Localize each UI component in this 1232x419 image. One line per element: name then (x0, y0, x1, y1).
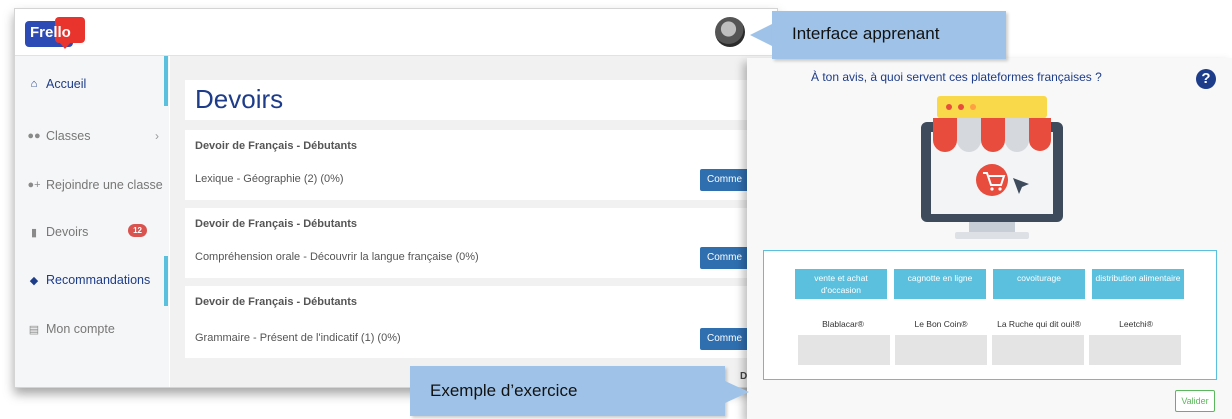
chevron-right-icon: › (155, 129, 159, 143)
sidebar-item-classes[interactable]: ●● Classes › (15, 112, 169, 160)
homework-subtitle: Compréhension orale - Découvrir la langu… (195, 251, 479, 263)
homework-card: Devoir de Français - Débutants Grammaire… (185, 286, 777, 358)
homework-title: Devoir de Français - Débutants (195, 140, 357, 152)
callout-label: Interface apprenant (792, 24, 940, 43)
exercise-window: À ton avis, à quoi servent ces plateform… (747, 58, 1232, 419)
homework-subtitle: Grammaire - Présent de l'indicatif (1) (… (195, 332, 401, 344)
homework-title: Devoir de Français - Débutants (195, 296, 357, 308)
homework-card: Devoir de Français - Débutants Compréhen… (185, 208, 777, 278)
avatar[interactable] (715, 17, 745, 47)
callout-learner-interface: Interface apprenant (750, 11, 1006, 59)
page-title: Devoirs (195, 84, 284, 114)
validate-button[interactable]: Valider (1175, 390, 1215, 412)
exercise-question: À ton avis, à quoi servent ces plateform… (811, 70, 1102, 84)
clipboard-icon: ▮ (30, 226, 38, 239)
choice-covoiturage[interactable]: covoiturage (993, 269, 1085, 299)
callout-arrow (725, 381, 749, 403)
drop-zone[interactable] (1089, 335, 1181, 365)
sidebar-item-label: Recommandations (46, 273, 151, 287)
sidebar-item-label: Mon compte (46, 322, 115, 336)
compass-icon: ◆ (29, 274, 39, 287)
callout-arrow (750, 24, 772, 46)
callout-label: Exemple d’exercice (430, 381, 578, 400)
drop-zone[interactable] (798, 335, 890, 365)
online-shop-illustration (921, 96, 1063, 239)
main-content: Devoirs Devoir de Français - Débutants L… (170, 56, 777, 387)
sidebar-item-accueil[interactable]: ⌂ Accueil (15, 60, 169, 108)
user-plus-icon: ●+ (27, 179, 41, 191)
help-icon[interactable]: ? (1196, 69, 1216, 89)
choice-distribution[interactable]: distribution alimentaire (1092, 269, 1184, 299)
sidebar: ⌂ Accueil ●● Classes › ●+ Rejoindre une … (15, 56, 169, 387)
sidebar-item-label: Accueil (46, 77, 87, 91)
recommandations-indicator (164, 256, 168, 306)
sidebar-item-label: Devoirs (46, 225, 89, 239)
sidebar-item-mon-compte[interactable]: ▤ Mon compte (15, 305, 169, 353)
target-label: Le Bon Coin® (914, 319, 968, 329)
logo-text: Frello (30, 24, 71, 41)
sidebar-item-label: Rejoindre une classe (46, 178, 163, 192)
sidebar-item-devoirs[interactable]: ▮ Devoirs 12 (15, 208, 169, 256)
id-card-icon: ▤ (28, 323, 40, 336)
home-icon: ⌂ (30, 78, 38, 90)
title-card: Devoirs (185, 80, 777, 120)
active-indicator (164, 56, 168, 106)
count-badge: 12 (128, 224, 147, 237)
learner-interface-window: Frello ⌂ Accueil ●● Classes › ●+ Rejoind… (14, 8, 778, 388)
homework-card: Devoir de Français - Débutants Lexique -… (185, 130, 777, 200)
sidebar-item-rejoindre[interactable]: ●+ Rejoindre une classe (15, 161, 169, 209)
sidebar-item-recommandations[interactable]: ◆ Recommandations (15, 256, 169, 304)
callout-exercise-example: Exemple d’exercice (410, 366, 760, 416)
target-label: Blablacar® (822, 319, 864, 329)
target-label: La Ruche qui dit oui!® (997, 319, 1081, 329)
frello-logo[interactable]: Frello (25, 15, 87, 49)
matching-exercise: vente et achat d'occasion cagnotte en li… (763, 250, 1217, 380)
drop-zone[interactable] (992, 335, 1084, 365)
top-bar: Frello (15, 9, 777, 56)
target-label: Leetchi® (1119, 319, 1153, 329)
choice-cagnotte[interactable]: cagnotte en ligne (894, 269, 986, 299)
choice-vente-occasion[interactable]: vente et achat d'occasion (795, 269, 887, 299)
homework-title: Devoir de Français - Débutants (195, 218, 357, 230)
drop-zone[interactable] (895, 335, 987, 365)
users-icon: ●● (27, 130, 41, 142)
sidebar-item-label: Classes (46, 129, 91, 143)
homework-subtitle: Lexique - Géographie (2) (0%) (195, 173, 344, 185)
